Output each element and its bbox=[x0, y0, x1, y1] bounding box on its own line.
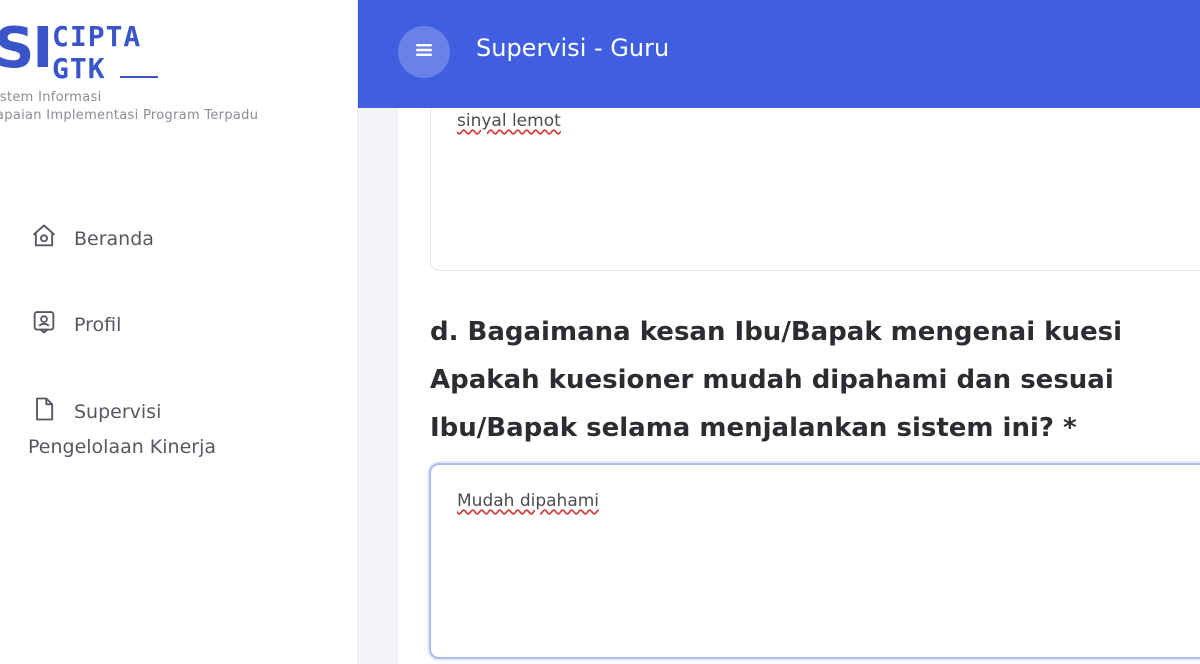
hamburger-icon bbox=[415, 42, 433, 62]
previous-answer-text: sinyal lemot bbox=[457, 111, 561, 131]
logo-text-gtk: GTK bbox=[52, 52, 106, 85]
top-bar: Supervisi - Guru bbox=[358, 0, 1200, 108]
previous-answer-textarea[interactable]: sinyal lemot bbox=[430, 108, 1200, 271]
answer-d-text: Mudah dipahami bbox=[457, 491, 600, 511]
profile-badge-icon bbox=[30, 308, 58, 341]
page-title: Supervisi - Guru bbox=[476, 34, 670, 62]
sidebar-subitem-pengelolaan-kinerja[interactable]: Pengelolaan Kinerja bbox=[28, 436, 216, 458]
question-d-label: d. Bagaimana kesan Ibu/Bapak mengenai ku… bbox=[430, 308, 1200, 452]
sidebar-item-label: Supervisi bbox=[74, 400, 162, 423]
logo-text-cipta: CIPTA bbox=[52, 20, 142, 53]
sidebar-item-supervisi[interactable]: Supervisi bbox=[30, 395, 161, 428]
sidebar-item-beranda[interactable]: Beranda bbox=[30, 222, 154, 255]
app: SI CIPTA GTK istem Informasi apaian Impl… bbox=[0, 0, 1200, 664]
sidebar-item-profil[interactable]: Profil bbox=[30, 308, 121, 341]
sidebar-item-label: Beranda bbox=[74, 227, 154, 250]
logo-subtitle-2: apaian Implementasi Program Terpadu bbox=[0, 108, 259, 123]
question-line-1: d. Bagaimana kesan Ibu/Bapak mengenai ku… bbox=[430, 317, 1122, 347]
logo-mark: SI bbox=[0, 16, 53, 81]
answer-d-textarea[interactable]: Mudah dipahami bbox=[429, 463, 1200, 659]
home-icon bbox=[30, 222, 58, 255]
sidebar-item-label: Profil bbox=[74, 313, 122, 336]
menu-toggle-button[interactable] bbox=[398, 26, 450, 78]
logo: SI CIPTA GTK istem Informasi apaian Impl… bbox=[0, 18, 358, 128]
logo-subtitle-1: istem Informasi bbox=[0, 90, 102, 105]
question-line-2: Apakah kuesioner mudah dipahami dan sesu… bbox=[430, 365, 1114, 395]
form-card: sinyal lemot d. Bagaimana kesan Ibu/Bapa… bbox=[398, 108, 1200, 664]
logo-underline bbox=[120, 76, 158, 78]
question-line-3: Ibu/Bapak selama menjalankan sistem ini?… bbox=[430, 413, 1077, 443]
sidebar: SI CIPTA GTK istem Informasi apaian Impl… bbox=[0, 0, 358, 664]
main-content: sinyal lemot d. Bagaimana kesan Ibu/Bapa… bbox=[358, 108, 1200, 664]
document-icon bbox=[30, 395, 58, 428]
